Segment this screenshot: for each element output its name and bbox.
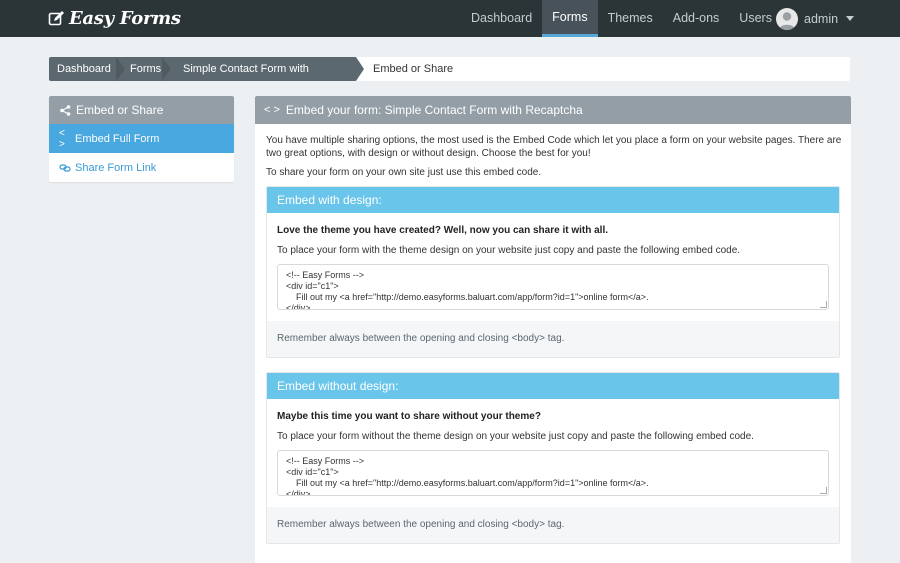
breadcrumb-forms-label: Forms — [130, 63, 162, 75]
sidebar-item-share-form-link[interactable]: Share Form Link — [49, 153, 234, 182]
embed-without-design-box: Embed without design: Maybe this time yo… — [266, 372, 840, 544]
resize-handle[interactable] — [820, 487, 827, 494]
breadcrumb-separator — [162, 57, 171, 81]
breadcrumb-form-name[interactable]: Simple Contact Form with Recaptcha — [162, 57, 356, 81]
nav-users[interactable]: Users — [729, 0, 782, 37]
embed-with-design-box: Embed with design: Love the theme you ha… — [266, 186, 840, 358]
sidebar-header: Embed or Share — [49, 96, 234, 124]
embed-with-design-question: Love the theme you have created? Well, n… — [277, 225, 609, 236]
caret-down-icon — [846, 16, 855, 21]
sidebar-item-label: Share Form Link — [75, 161, 157, 174]
avatar — [776, 7, 798, 30]
sidebar-item-label: Embed Full Form — [75, 132, 160, 145]
user-name: admin — [804, 11, 839, 26]
share-instructions: To share your form on your own site just… — [266, 167, 542, 178]
breadcrumb-form-name-label: Simple Contact Form with Recaptcha — [183, 63, 309, 75]
intro-text: You have multiple sharing options, the m… — [266, 135, 842, 159]
resize-handle[interactable] — [820, 301, 827, 308]
nav-addons[interactable]: Add-ons — [663, 0, 730, 37]
nav-forms[interactable]: Forms — [542, 0, 598, 37]
link-icon — [59, 163, 71, 172]
embed-with-design-code[interactable]: <!-- Easy Forms --> <div id="c1"> Fill o… — [277, 264, 829, 310]
sidebar-title: Embed or Share — [76, 103, 164, 117]
code-icon: < > — [59, 127, 65, 150]
embed-without-design-footer: Remember always between the opening and … — [267, 507, 839, 543]
user-silhouette-icon — [779, 11, 795, 30]
breadcrumb: Dashboard Forms Simple Contact Form with… — [49, 57, 850, 81]
embed-with-design-description: To place your form with the theme design… — [277, 245, 741, 256]
breadcrumb-current: Embed or Share — [373, 63, 454, 75]
brand-logo[interactable]: Easy Forms — [48, 7, 181, 29]
sidebar-item-embed-full-form[interactable]: < > Embed Full Form — [49, 124, 234, 153]
breadcrumb-dashboard[interactable]: Dashboard — [49, 57, 116, 81]
embed-without-design-code[interactable]: <!-- Easy Forms --> <div id="c1"> Fill o… — [277, 450, 829, 496]
user-menu[interactable]: admin — [776, 0, 855, 37]
main-nav: Dashboard Forms Themes Add-ons Users — [461, 0, 782, 37]
embed-without-design-header: Embed without design: — [267, 373, 839, 399]
edit-icon — [48, 10, 64, 25]
top-navbar: Easy Forms Dashboard Forms Themes Add-on… — [0, 0, 900, 37]
panel-header: < > Embed your form: Simple Contact Form… — [255, 96, 851, 124]
embed-with-design-footer: Remember always between the opening and … — [267, 321, 839, 357]
share-icon — [60, 104, 71, 116]
nav-themes[interactable]: Themes — [598, 0, 663, 37]
embed-without-design-question: Maybe this time you want to share withou… — [277, 411, 541, 422]
breadcrumb-dashboard-label: Dashboard — [57, 63, 111, 75]
panel-title: Embed your form: Simple Contact Form wit… — [285, 103, 583, 117]
brand-name: Easy Forms — [69, 7, 181, 29]
nav-dashboard[interactable]: Dashboard — [461, 0, 542, 37]
breadcrumb-arrow — [356, 57, 364, 81]
embed-panel: < > Embed your form: Simple Contact Form… — [255, 96, 851, 563]
sidebar: Embed or Share < > Embed Full Form Share… — [49, 96, 234, 182]
embed-without-design-description: To place your form without the theme des… — [277, 431, 754, 442]
code-icon: < > — [264, 104, 280, 116]
embed-with-design-header: Embed with design: — [267, 187, 839, 213]
breadcrumb-separator — [116, 57, 125, 81]
